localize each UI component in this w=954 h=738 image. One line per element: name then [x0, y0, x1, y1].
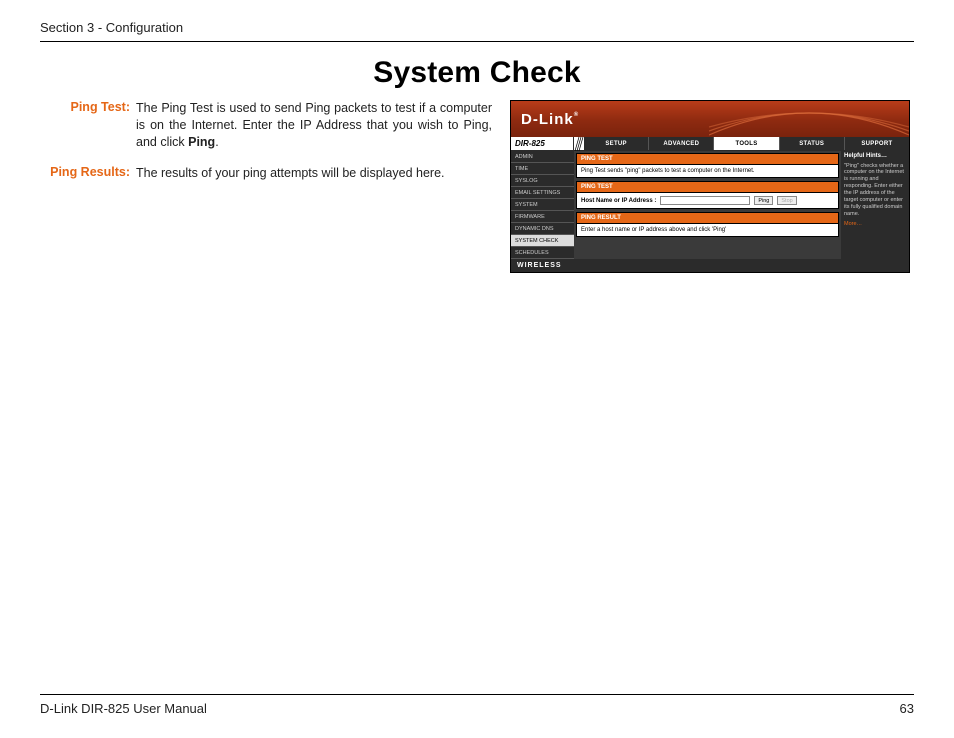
definition-ping-test: Ping Test: The Ping Test is used to send… [40, 100, 492, 151]
sidebar-item-admin[interactable]: ADMIN [511, 151, 574, 163]
def-term: Ping Results: [40, 165, 136, 182]
stripes-icon [574, 137, 584, 150]
tab-tools[interactable]: TOOLS [714, 137, 779, 150]
screenshot-main: PING TEST Ping Test sends "ping" packets… [574, 151, 841, 259]
ping-input-row: Host Name or IP Address : Ping Stop [581, 196, 834, 205]
sidebar-item-syslog[interactable]: SYSLOG [511, 175, 574, 187]
sidebar-item-firmware[interactable]: FIRMWARE [511, 211, 574, 223]
ping-button[interactable]: Ping [754, 196, 773, 205]
tab-setup[interactable]: SETUP [584, 137, 649, 150]
registered-icon: ® [574, 112, 578, 118]
panel-title-intro: PING TEST [576, 153, 839, 165]
page-title: System Check [40, 56, 914, 90]
help-body: "Ping" checks whether a computer on the … [844, 163, 906, 218]
screenshot-footer: WIRELESS [511, 259, 909, 272]
def-desc: The Ping Test is used to send Ping packe… [136, 100, 492, 151]
stop-button[interactable]: Stop [777, 196, 796, 205]
logo-letter: L [539, 111, 548, 128]
sidebar-item-schedules[interactable]: SCHEDULES [511, 247, 574, 259]
panel-body-intro: Ping Test sends "ping" packets to test a… [576, 165, 839, 178]
panel-title-form: PING TEST [576, 181, 839, 193]
tab-status[interactable]: STATUS [780, 137, 845, 150]
top-nav: SETUP ADVANCED TOOLS STATUS SUPPORT [584, 137, 909, 150]
footer-page: 63 [900, 701, 914, 716]
screenshot-body: ADMIN TIME SYSLOG EMAIL SETTINGS SYSTEM … [511, 151, 909, 259]
footer-manual: D-Link DIR-825 User Manual [40, 701, 207, 716]
model-label: DIR-825 [511, 137, 574, 150]
banner-curves-icon [709, 101, 909, 137]
section-header: Section 3 - Configuration [40, 20, 914, 42]
help-title: Helpful Hints… [844, 153, 906, 161]
sidebar-item-systemcheck[interactable]: SYSTEM CHECK [511, 235, 574, 247]
sidebar-item-system[interactable]: SYSTEM [511, 199, 574, 211]
ping-input-label: Host Name or IP Address : [581, 198, 656, 204]
sidebar-item-ddns[interactable]: DYNAMIC DNS [511, 223, 574, 235]
sidebar-item-time[interactable]: TIME [511, 163, 574, 175]
content-row: Ping Test: The Ping Test is used to send… [40, 100, 914, 273]
definitions-block: Ping Test: The Ping Test is used to send… [40, 100, 492, 196]
logo-letter: k [564, 111, 572, 128]
def-text-post: . [215, 135, 218, 149]
logo-letter: - [533, 111, 538, 128]
def-text-pre: The results of your ping attempts will b… [136, 166, 445, 180]
model-nav-row: DIR-825 SETUP ADVANCED TOOLS STATUS SUPP… [511, 137, 909, 151]
logo-letter: n [554, 111, 563, 128]
panel-title-result: PING RESULT [576, 212, 839, 224]
page-footer: D-Link DIR-825 User Manual 63 [40, 694, 914, 716]
tab-support[interactable]: SUPPORT [845, 137, 909, 150]
dlink-logo: D-Link® [521, 111, 578, 128]
help-panel: Helpful Hints… "Ping" checks whether a c… [841, 151, 909, 259]
definition-ping-results: Ping Results: The results of your ping a… [40, 165, 492, 182]
def-text-bold: Ping [188, 135, 215, 149]
def-desc: The results of your ping attempts will b… [136, 165, 492, 182]
panel-body-form: Host Name or IP Address : Ping Stop [576, 193, 839, 209]
side-nav: ADMIN TIME SYSLOG EMAIL SETTINGS SYSTEM … [511, 151, 574, 259]
panel-body-result: Enter a host name or IP address above an… [576, 224, 839, 237]
banner: D-Link® [511, 101, 909, 137]
logo-letter: D [521, 111, 532, 128]
tab-advanced[interactable]: ADVANCED [649, 137, 714, 150]
router-screenshot: D-Link® DIR-825 SETUP ADVANCED TOOLS STA… [510, 100, 910, 273]
ping-host-input[interactable] [660, 196, 750, 205]
sidebar-item-email[interactable]: EMAIL SETTINGS [511, 187, 574, 199]
def-term: Ping Test: [40, 100, 136, 151]
help-more-link[interactable]: More… [844, 221, 862, 228]
logo-letter: i [549, 111, 553, 128]
